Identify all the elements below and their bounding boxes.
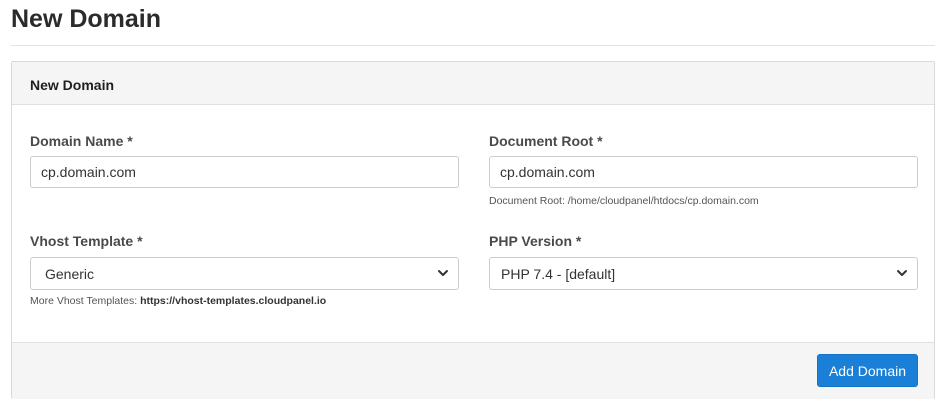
card-footer: Add Domain [12,342,934,399]
vhost-template-help: More Vhost Templates: https://vhost-temp… [30,295,326,307]
card-header-title: New Domain [30,77,115,93]
document-root-label: Document Root * [489,133,603,149]
vhost-templates-link[interactable]: https://vhost-templates.cloudpanel.io [140,295,326,307]
page-title: New Domain [11,5,162,33]
chevron-down-icon [897,270,907,276]
php-version-selected: PHP 7.4 - [default] [501,266,616,282]
vhost-template-label: Vhost Template * [30,233,143,249]
chevron-down-icon [438,270,448,276]
document-root-help-path: /home/cloudpanel/htdocs/cp.domain.com [567,195,759,207]
domain-name-input[interactable] [30,156,459,188]
new-domain-card: New Domain Domain Name * Document Root *… [11,61,935,399]
title-divider [11,45,935,46]
domain-name-label: Domain Name * [30,133,133,149]
vhost-template-help-prefix: More Vhost Templates: [30,295,141,307]
vhost-template-select[interactable]: Generic [30,257,459,290]
php-version-select[interactable]: PHP 7.4 - [default] [489,257,918,290]
php-version-label: PHP Version * [489,233,582,249]
card-header: New Domain [12,62,934,105]
document-root-help-prefix: Document Root: [489,195,568,207]
add-domain-button[interactable]: Add Domain [817,354,918,387]
vhost-template-selected: Generic [45,266,95,282]
document-root-input[interactable] [489,156,918,188]
document-root-help: Document Root: /home/cloudpanel/htdocs/c… [489,195,759,207]
